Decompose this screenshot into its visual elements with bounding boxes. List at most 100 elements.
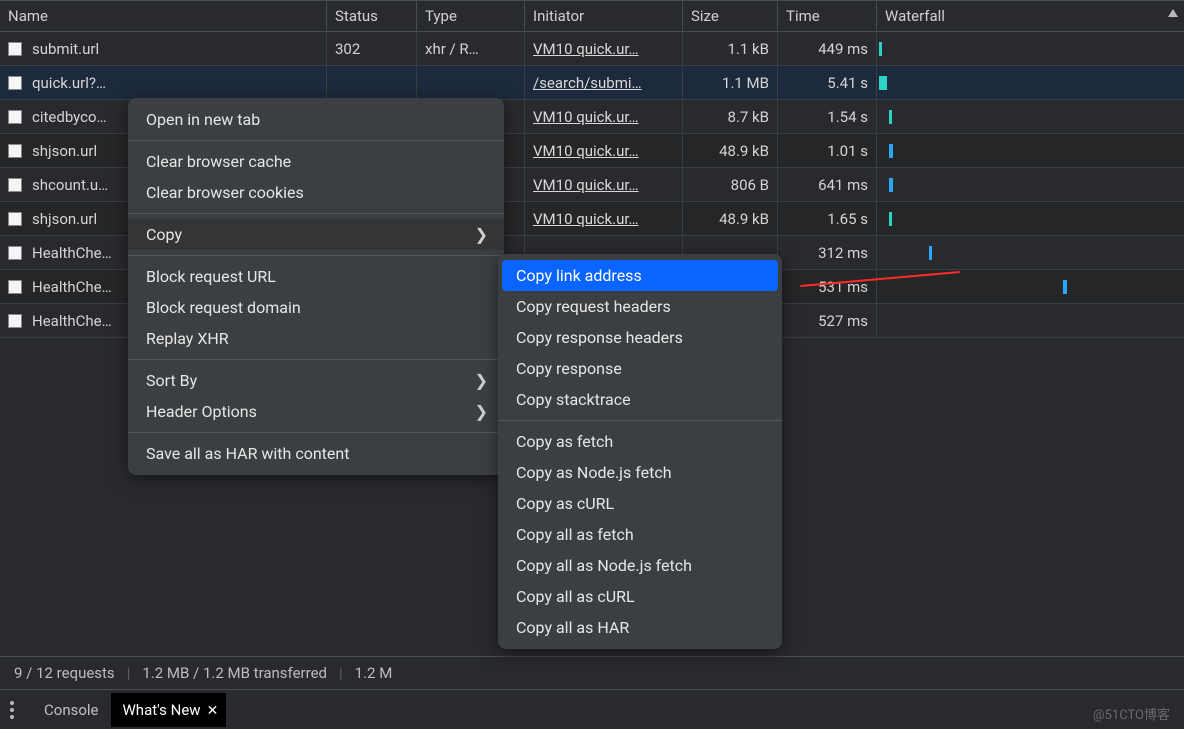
kebab-menu-icon[interactable] xyxy=(10,701,14,719)
menu-separator xyxy=(498,420,782,421)
chevron-right-icon: ❯ xyxy=(475,225,488,244)
menu-item-label: Open in new tab xyxy=(146,110,260,129)
cell-initiator[interactable]: VM10 quick.ur… xyxy=(525,202,683,235)
table-header-row: Name Status Type Initiator Size Time Wat… xyxy=(0,0,1184,32)
status-resources: 1.2 M xyxy=(355,664,393,682)
menu-item-label: Copy all as HAR xyxy=(516,618,629,637)
row-checkbox[interactable] xyxy=(8,178,22,192)
menu-item[interactable]: Sort By ❯ xyxy=(128,365,504,396)
cell-initiator[interactable]: VM10 quick.ur… xyxy=(525,100,683,133)
menu-item[interactable]: Clear browser cache xyxy=(128,146,504,177)
column-header-time[interactable]: Time xyxy=(778,1,877,31)
cell-size: 806 B xyxy=(683,168,778,201)
menu-item[interactable]: Copy as fetch xyxy=(498,426,782,457)
cell-initiator[interactable]: VM10 quick.ur… xyxy=(525,32,683,65)
menu-item-label: Save all as HAR with content xyxy=(146,444,349,463)
menu-item-label: Copy link address xyxy=(516,266,642,285)
table-row[interactable]: quick.url?…/search/submi…1.1 MB5.41 s xyxy=(0,66,1184,100)
menu-item[interactable]: Copy all as HAR xyxy=(498,612,782,643)
cell-time: 1.65 s xyxy=(778,202,877,235)
waterfall-bar xyxy=(889,110,892,124)
request-name: HealthChe… xyxy=(32,312,112,330)
row-checkbox[interactable] xyxy=(8,314,22,328)
menu-item[interactable]: Copy ❯ xyxy=(128,219,504,250)
menu-item[interactable]: Copy response headers xyxy=(498,322,782,353)
row-checkbox[interactable] xyxy=(8,110,22,124)
cell-initiator[interactable]: VM10 quick.ur… xyxy=(525,168,683,201)
menu-item[interactable]: Copy request headers xyxy=(498,291,782,322)
menu-item[interactable]: Copy link address xyxy=(502,260,778,291)
column-header-size[interactable]: Size xyxy=(683,1,778,31)
cell-name[interactable]: submit.url xyxy=(0,32,327,65)
menu-item[interactable]: Replay XHR xyxy=(128,323,504,354)
context-menu-main[interactable]: Open in new tab Clear browser cacheClear … xyxy=(128,98,504,475)
menu-item[interactable]: Copy response xyxy=(498,353,782,384)
initiator-link[interactable]: /search/submi… xyxy=(533,74,642,92)
menu-item[interactable]: Copy stacktrace xyxy=(498,384,782,415)
watermark-text: @51CTO博客 xyxy=(1093,704,1170,723)
initiator-link[interactable]: VM10 quick.ur… xyxy=(533,108,639,126)
menu-item[interactable]: Copy all as Node.js fetch xyxy=(498,550,782,581)
cell-size: 8.7 kB xyxy=(683,100,778,133)
initiator-link[interactable]: VM10 quick.ur… xyxy=(533,142,639,160)
waterfall-bar xyxy=(879,76,887,90)
request-name: citedbyco… xyxy=(32,108,107,126)
initiator-link[interactable]: VM10 quick.ur… xyxy=(533,210,639,228)
column-header-type[interactable]: Type xyxy=(417,1,525,31)
menu-item[interactable]: Open in new tab xyxy=(128,104,504,135)
tab-whats-new[interactable]: What's New✕ xyxy=(111,693,227,727)
cell-size: 1.1 MB xyxy=(683,66,778,99)
row-checkbox[interactable] xyxy=(8,212,22,226)
chevron-right-icon: ❯ xyxy=(475,371,488,390)
cell-initiator[interactable]: VM10 quick.ur… xyxy=(525,134,683,167)
menu-item-label: Block request domain xyxy=(146,298,301,317)
menu-item[interactable]: Header Options❯ xyxy=(128,396,504,427)
menu-item[interactable]: Copy all as cURL xyxy=(498,581,782,612)
menu-separator xyxy=(128,255,504,256)
cell-initiator[interactable]: /search/submi… xyxy=(525,66,683,99)
request-name: shjson.url xyxy=(32,210,97,228)
cell-waterfall xyxy=(877,168,1184,201)
close-icon[interactable]: ✕ xyxy=(207,703,219,719)
request-name: shjson.url xyxy=(32,142,97,160)
menu-item-label: Copy request headers xyxy=(516,297,671,316)
initiator-link[interactable]: VM10 quick.ur… xyxy=(533,176,639,194)
menu-item[interactable]: Block request URL xyxy=(128,261,504,292)
status-separator: | xyxy=(127,664,131,682)
menu-item-label: Copy xyxy=(146,225,182,244)
menu-item[interactable]: Save all as HAR with content xyxy=(128,438,504,469)
network-status-bar: 9 / 12 requests | 1.2 MB / 1.2 MB transf… xyxy=(0,656,1184,690)
cell-status xyxy=(327,66,417,99)
row-checkbox[interactable] xyxy=(8,76,22,90)
column-header-status[interactable]: Status xyxy=(327,1,417,31)
row-checkbox[interactable] xyxy=(8,42,22,56)
menu-item[interactable]: Copy as Node.js fetch xyxy=(498,457,782,488)
initiator-link[interactable]: VM10 quick.ur… xyxy=(533,40,639,58)
menu-item[interactable]: Block request domain xyxy=(128,292,504,323)
column-header-waterfall[interactable]: Waterfall xyxy=(877,1,1184,31)
context-menu-copy-submenu[interactable]: Copy link address Copy request headers Cop… xyxy=(498,254,782,649)
cell-waterfall xyxy=(877,304,1184,337)
row-checkbox[interactable] xyxy=(8,246,22,260)
cell-waterfall xyxy=(877,32,1184,65)
menu-item-label: Block request URL xyxy=(146,267,276,286)
chevron-right-icon: ❯ xyxy=(475,402,488,421)
table-row[interactable]: submit.url302xhr / R…VM10 quick.ur…1.1 k… xyxy=(0,32,1184,66)
row-checkbox[interactable] xyxy=(8,280,22,294)
menu-separator xyxy=(128,432,504,433)
menu-item[interactable]: Clear browser cookies xyxy=(128,177,504,208)
waterfall-bar xyxy=(889,144,893,158)
menu-item[interactable]: Copy all as fetch xyxy=(498,519,782,550)
menu-item[interactable]: Copy as cURL xyxy=(498,488,782,519)
menu-item-label: Sort By xyxy=(146,371,197,390)
row-checkbox[interactable] xyxy=(8,144,22,158)
cell-size: 48.9 kB xyxy=(683,134,778,167)
cell-waterfall xyxy=(877,236,1184,269)
waterfall-bar xyxy=(889,212,892,226)
cell-time: 527 ms xyxy=(778,304,877,337)
tab-console[interactable]: Console xyxy=(32,693,111,727)
column-header-name[interactable]: Name xyxy=(0,1,327,31)
waterfall-bar xyxy=(879,42,882,56)
column-header-initiator[interactable]: Initiator xyxy=(525,1,683,31)
cell-name[interactable]: quick.url?… xyxy=(0,66,327,99)
